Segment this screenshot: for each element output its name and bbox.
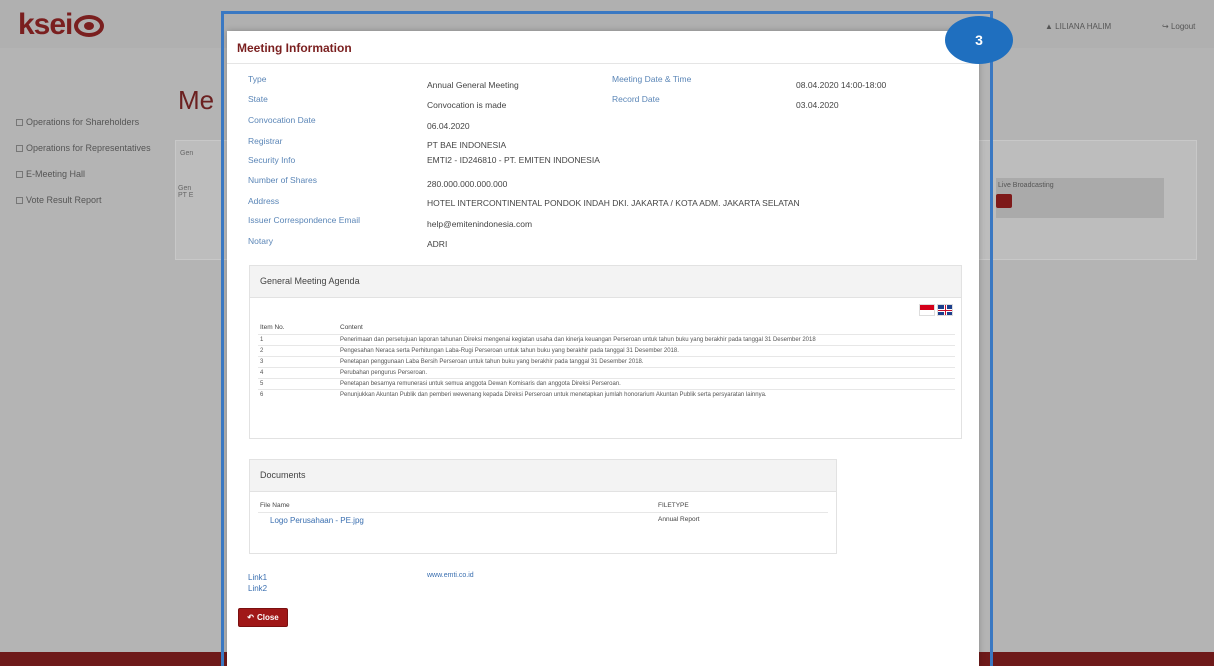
live-broadcast-button[interactable] bbox=[996, 194, 1012, 208]
logo-text: ksei bbox=[18, 8, 73, 41]
user-icon: ▲ bbox=[1045, 22, 1053, 31]
sidebar-item-emeeting-hall[interactable]: E-Meeting Hall bbox=[16, 162, 166, 188]
edit-icon bbox=[16, 145, 23, 153]
sidebar-item-label: Vote Result Report bbox=[26, 195, 102, 205]
page-title: Me bbox=[178, 85, 215, 115]
ksei-logo: ksei bbox=[18, 8, 105, 42]
user-name: LILIANA HALIM bbox=[1055, 22, 1112, 31]
sidebar-item-label: Operations for Representatives bbox=[26, 143, 151, 153]
sidebar-item-operations-representatives[interactable]: Operations for Representatives bbox=[16, 136, 166, 162]
logout-label: Logout bbox=[1170, 22, 1196, 31]
sidebar-item-operations-shareholders[interactable]: Operations for Shareholders bbox=[16, 110, 166, 136]
highlight-frame bbox=[221, 11, 993, 666]
sidebar-item-label: E-Meeting Hall bbox=[26, 169, 86, 179]
gen-label: Gen bbox=[178, 185, 192, 192]
logo-mark-icon bbox=[74, 15, 105, 38]
gen-sub: PT E bbox=[178, 192, 194, 199]
background-gen-text: Gen PT E bbox=[178, 185, 193, 199]
report-icon bbox=[16, 197, 23, 205]
step-badge: 3 bbox=[945, 16, 1013, 64]
list-icon bbox=[16, 119, 23, 127]
hall-icon bbox=[16, 171, 23, 179]
live-broadcast-label: Live Broadcasting bbox=[998, 182, 1054, 189]
sidebar-item-label: Operations for Shareholders bbox=[26, 117, 140, 127]
sidebar: Operations for Shareholders Operations f… bbox=[16, 110, 166, 214]
background-tab: Gen bbox=[180, 150, 194, 157]
sidebar-item-vote-result-report[interactable]: Vote Result Report bbox=[16, 188, 166, 214]
logout-link[interactable]: ↪ Logout bbox=[1162, 22, 1195, 31]
logout-icon: ↪ bbox=[1162, 22, 1169, 31]
user-menu[interactable]: ▲ LILIANA HALIM bbox=[1045, 22, 1111, 31]
